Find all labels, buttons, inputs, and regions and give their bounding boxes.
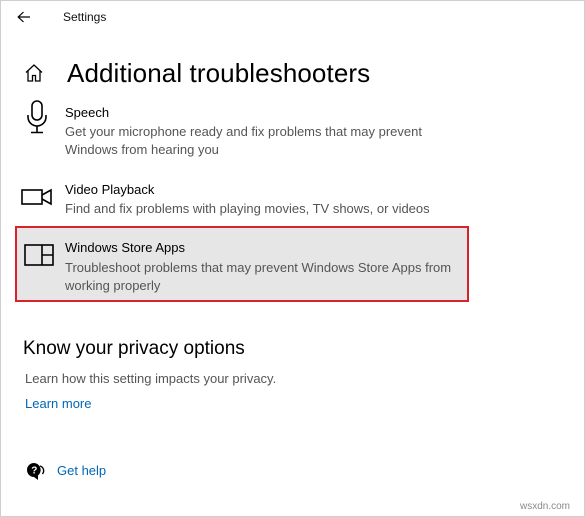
title-bar: Settings	[0, 0, 585, 34]
window-title: Settings	[63, 10, 107, 24]
store-apps-icon	[22, 238, 56, 272]
back-arrow-icon	[17, 11, 30, 23]
troubleshooter-video-playback[interactable]: Video Playback Find and fix problems wit…	[16, 178, 468, 220]
video-camera-icon	[20, 180, 54, 214]
get-help-label: Get help	[57, 463, 107, 478]
microphone-icon	[20, 100, 54, 134]
page-title: Additional troubleshooters	[67, 58, 371, 88]
home-icon	[25, 64, 43, 82]
troubleshooter-title: Windows Store Apps	[65, 240, 185, 255]
troubleshooter-windows-store-apps[interactable]: Windows Store Apps Troubleshoot problems…	[15, 226, 469, 302]
troubleshooter-description: Troubleshoot problems that may prevent W…	[65, 260, 452, 293]
get-help-icon: ?	[24, 460, 46, 482]
troubleshooter-title: Video Playback	[65, 182, 155, 197]
learn-more-link[interactable]: Learn more	[25, 396, 91, 411]
svg-text:?: ?	[31, 466, 37, 477]
troubleshooter-description: Find and fix problems with playing movie…	[65, 201, 430, 216]
troubleshooter-title: Speech	[65, 105, 110, 120]
back-button[interactable]	[11, 5, 37, 29]
watermark: wsxdn.com	[520, 501, 571, 512]
home-button[interactable]	[22, 61, 46, 85]
troubleshooter-speech[interactable]: Speech Get your microphone ready and fix…	[16, 100, 468, 164]
privacy-heading: Know your privacy options	[23, 338, 245, 359]
privacy-description: Learn how this setting impacts your priv…	[25, 371, 277, 386]
troubleshooter-description: Get your microphone ready and fix proble…	[65, 124, 422, 157]
